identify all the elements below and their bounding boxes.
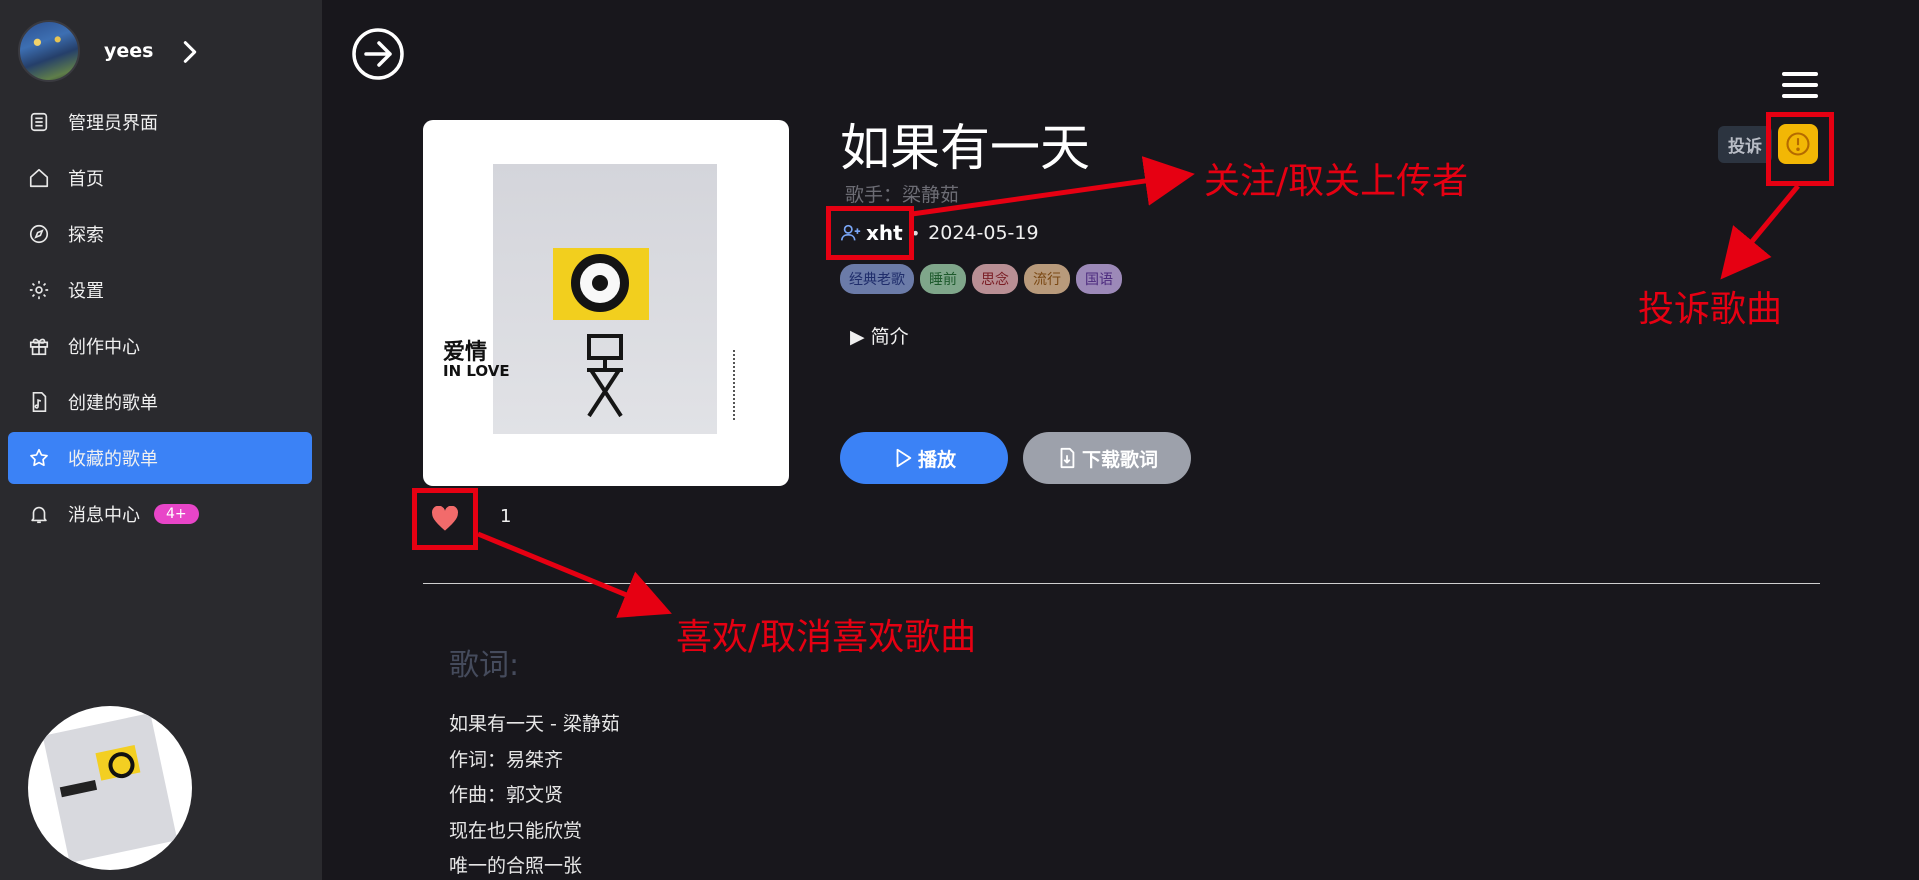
singer-label: 歌手：梁静茹 (845, 184, 960, 206)
gear-icon (29, 280, 49, 300)
user-profile[interactable]: yees (18, 20, 197, 82)
cover-subtitle-text: IN LOVE (443, 362, 510, 380)
username: yees (104, 40, 154, 62)
sidebar-item-label: 收藏的歌单 (68, 449, 158, 470)
sidebar-item-creator[interactable]: 创作中心 (8, 320, 312, 372)
now-playing-cover-art (42, 712, 178, 864)
star-icon (30, 448, 48, 467)
sidebar-item-label: 探索 (68, 225, 104, 246)
notification-badge: 4+ (154, 504, 199, 524)
lyrics-heading: 歌词: (449, 648, 520, 683)
like-count: 1 (500, 506, 512, 527)
lyrics-line: 现在也只能欣赏 (449, 819, 583, 842)
intro-toggle[interactable]: ▶ 简介 (850, 322, 909, 349)
sidebar-item-label: 消息中心 (68, 505, 140, 526)
gift-icon (29, 338, 49, 356)
annotation-box-like (412, 488, 478, 550)
home-icon (29, 168, 49, 188)
lyrics-line: 如果有一天 - 梁静茹 (449, 713, 620, 735)
annotation-box-follow (826, 206, 914, 260)
tag-chip[interactable]: 流行 (1024, 264, 1070, 294)
compass-icon (29, 224, 49, 244)
now-playing-disc[interactable] (28, 706, 192, 870)
annotation-arrow-like (477, 531, 672, 618)
lyrics-line: 唯一的合照一张 (449, 855, 583, 877)
sidebar-item-settings[interactable]: 设置 (8, 264, 312, 316)
lyrics-body: 如果有一天 - 梁静茹 作词：易桀齐 作曲：郭文贤 现在也只能欣赏 唯一的合照一… (449, 710, 620, 880)
annotation-arrow-report (1720, 184, 1800, 280)
hamburger-menu-icon[interactable] (1782, 72, 1818, 106)
sidebar: yees 管理员界面 首页 探索 设置 创作中心 创建的歌单 收藏的歌单 消息中… (0, 0, 322, 880)
bell-icon (31, 506, 47, 524)
sidebar-item-home[interactable]: 首页 (8, 152, 312, 204)
annotation-report-text: 投诉歌曲 (1638, 289, 1783, 330)
music-file-icon (32, 392, 47, 412)
album-cover: 爱情 IN LOVE (423, 120, 789, 486)
sidebar-item-explore[interactable]: 探索 (8, 208, 312, 260)
sidebar-item-label: 创作中心 (68, 337, 140, 358)
sidebar-item-messages[interactable]: 消息中心 4+ (8, 488, 312, 540)
annotation-box-report (1766, 112, 1834, 186)
download-lyrics-button[interactable]: 下载歌词 (1023, 432, 1191, 484)
annotation-like-text: 喜欢/取消喜欢歌曲 (676, 617, 977, 658)
report-control: 投诉 (1718, 125, 1772, 163)
back-arrow-icon[interactable] (350, 26, 406, 82)
song-title: 如果有一天 (840, 119, 1090, 177)
file-download-icon (1060, 447, 1075, 469)
sidebar-item-favorite-playlists[interactable]: 收藏的歌单 (8, 432, 312, 484)
sidebar-item-label: 管理员界面 (68, 113, 158, 134)
annotation-follow-text: 关注/取关上传者 (1204, 161, 1469, 202)
chevron-right-icon[interactable] (176, 38, 204, 66)
avatar[interactable] (18, 20, 80, 82)
sidebar-item-created-playlists[interactable]: 创建的歌单 (8, 376, 312, 428)
play-button[interactable]: 播放 (840, 432, 1008, 484)
play-button-label: 播放 (917, 448, 956, 471)
tag-chip[interactable]: 国语 (1076, 264, 1122, 294)
tag-chip[interactable]: 睡前 (920, 264, 966, 294)
list-icon (30, 112, 48, 132)
lyrics-line: 作曲：郭文贤 (449, 784, 564, 806)
lyrics-line: 作词：易桀齐 (449, 748, 564, 771)
tag-chip[interactable]: 经典老歌 (840, 264, 914, 294)
play-icon (896, 448, 912, 468)
sidebar-item-label: 首页 (68, 169, 104, 190)
tag-list: 经典老歌 睡前 思念 流行 国语 (840, 264, 1122, 294)
sidebar-item-label: 创建的歌单 (68, 393, 158, 414)
tag-chip[interactable]: 思念 (972, 264, 1018, 294)
sidebar-item-label: 设置 (68, 281, 104, 302)
download-lyrics-label: 下载歌词 (1081, 448, 1158, 471)
sidebar-item-admin[interactable]: 管理员界面 (8, 96, 312, 148)
report-button[interactable]: 投诉 (1718, 125, 1772, 163)
sidebar-nav: 管理员界面 首页 探索 设置 创作中心 创建的歌单 收藏的歌单 消息中心 4+ (8, 96, 312, 544)
section-divider (423, 583, 1820, 584)
upload-date: 2024-05-19 (928, 222, 1039, 244)
